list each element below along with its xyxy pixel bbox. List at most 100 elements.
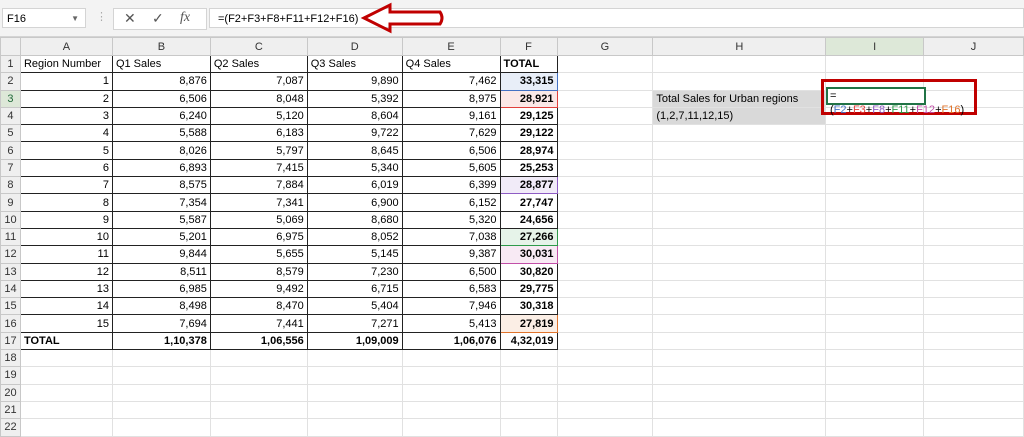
cell-G15[interactable] xyxy=(556,297,654,316)
row-header-17[interactable]: 17 xyxy=(0,331,21,351)
cell-E4[interactable]: 9,161 xyxy=(401,106,501,126)
cell-H8[interactable] xyxy=(652,176,827,195)
cell-J5[interactable] xyxy=(923,124,1024,143)
row-header-22[interactable]: 22 xyxy=(0,418,21,437)
cell-G5[interactable] xyxy=(556,124,654,143)
cell-F8[interactable]: 28,877 xyxy=(499,176,558,195)
row-header-4[interactable]: 4 xyxy=(0,106,21,126)
cell-C7[interactable]: 7,415 xyxy=(209,158,308,178)
cell-G22[interactable] xyxy=(556,418,654,437)
cell-G8[interactable] xyxy=(556,176,654,195)
cell-D11[interactable]: 8,052 xyxy=(306,227,403,247)
drag-handle-icon[interactable]: ⋮ xyxy=(96,10,107,23)
cell-F15[interactable]: 30,318 xyxy=(499,297,558,316)
cell-I12[interactable] xyxy=(825,245,925,264)
cell-E12[interactable]: 9,387 xyxy=(401,245,501,264)
cell-I16[interactable] xyxy=(825,314,925,333)
cell-I10[interactable] xyxy=(825,210,925,229)
cell-J15[interactable] xyxy=(923,297,1024,316)
cell-J8[interactable] xyxy=(923,176,1024,195)
cell-D7[interactable]: 5,340 xyxy=(306,158,403,178)
cell-E8[interactable]: 6,399 xyxy=(401,176,501,195)
cell-I20[interactable] xyxy=(825,383,925,402)
cell-J12[interactable] xyxy=(923,245,1024,264)
cell-A7[interactable]: 6 xyxy=(19,158,113,178)
cell-G2[interactable] xyxy=(556,72,654,91)
cell-F12[interactable]: 30,031 xyxy=(499,245,558,264)
cell-D10[interactable]: 8,680 xyxy=(306,210,403,229)
cell-G10[interactable] xyxy=(556,210,654,229)
cell-B12[interactable]: 9,844 xyxy=(111,245,211,264)
cell-G14[interactable] xyxy=(556,279,654,299)
cell-D4[interactable]: 8,604 xyxy=(306,106,403,126)
cell-B18[interactable] xyxy=(111,349,211,368)
cell-B17[interactable]: 1,10,378 xyxy=(111,331,211,351)
cell-G19[interactable] xyxy=(556,366,654,385)
cell-B14[interactable]: 6,985 xyxy=(111,279,211,299)
cell-A1[interactable]: Region Number xyxy=(19,54,113,74)
cell-A14[interactable]: 13 xyxy=(19,279,113,299)
cell-A9[interactable]: 8 xyxy=(19,193,113,212)
cell-G17[interactable] xyxy=(556,331,654,351)
cell-H10[interactable] xyxy=(652,210,827,229)
cell-I9[interactable] xyxy=(825,193,925,212)
cell-G3[interactable] xyxy=(556,89,654,108)
cell-D5[interactable]: 9,722 xyxy=(306,124,403,143)
cell-I21[interactable] xyxy=(825,400,925,420)
cell-D16[interactable]: 7,271 xyxy=(306,314,403,333)
cell-H9[interactable] xyxy=(652,193,827,212)
cell-B6[interactable]: 8,026 xyxy=(111,141,211,160)
column-header-C[interactable]: C xyxy=(209,37,308,56)
column-header-F[interactable]: F xyxy=(499,37,558,56)
cell-C9[interactable]: 7,341 xyxy=(209,193,308,212)
cell-H21[interactable] xyxy=(652,400,827,420)
cell-G21[interactable] xyxy=(556,400,654,420)
cell-A2[interactable]: 1 xyxy=(19,72,113,91)
cell-E10[interactable]: 5,320 xyxy=(401,210,501,229)
cell-A8[interactable]: 7 xyxy=(19,176,113,195)
cell-A4[interactable]: 3 xyxy=(19,106,113,126)
enter-check-icon[interactable]: ✓ xyxy=(152,10,164,27)
row-header-21[interactable]: 21 xyxy=(0,400,21,420)
cell-H20[interactable] xyxy=(652,383,827,402)
cell-D15[interactable]: 5,404 xyxy=(306,297,403,316)
cell-B9[interactable]: 7,354 xyxy=(111,193,211,212)
insert-function-icon[interactable]: fx xyxy=(180,10,190,26)
name-box[interactable]: F16 ▼ xyxy=(2,8,86,28)
cell-B2[interactable]: 8,876 xyxy=(111,72,211,91)
cell-E9[interactable]: 6,152 xyxy=(401,193,501,212)
row-header-9[interactable]: 9 xyxy=(0,193,21,212)
cell-C2[interactable]: 7,087 xyxy=(209,72,308,91)
row-header-11[interactable]: 11 xyxy=(0,227,21,247)
row-header-2[interactable]: 2 xyxy=(0,72,21,91)
cell-I17[interactable] xyxy=(825,331,925,351)
cell-G20[interactable] xyxy=(556,383,654,402)
cell-F11[interactable]: 27,266 xyxy=(499,227,558,247)
cell-A17[interactable]: TOTAL xyxy=(19,331,113,351)
formula-input[interactable]: =(F2+F3+F8+F11+F12+F16) xyxy=(209,8,1024,28)
row-header-13[interactable]: 13 xyxy=(0,262,21,281)
cell-C14[interactable]: 9,492 xyxy=(209,279,308,299)
cell-E7[interactable]: 5,605 xyxy=(401,158,501,178)
cell-B22[interactable] xyxy=(111,418,211,437)
cell-E18[interactable] xyxy=(401,349,501,368)
cell-I14[interactable] xyxy=(825,279,925,299)
cell-J14[interactable] xyxy=(923,279,1024,299)
cell-J6[interactable] xyxy=(923,141,1024,160)
cell-F16[interactable]: 27,819 xyxy=(499,314,558,333)
column-header-D[interactable]: D xyxy=(306,37,403,56)
cell-C6[interactable]: 5,797 xyxy=(209,141,308,160)
cell-I7[interactable] xyxy=(825,158,925,178)
cell-F4[interactable]: 29,125 xyxy=(499,106,558,126)
cell-H1[interactable] xyxy=(652,54,827,74)
row-header-14[interactable]: 14 xyxy=(0,279,21,299)
cell-I1[interactable] xyxy=(825,54,925,74)
select-all-corner[interactable] xyxy=(0,37,21,56)
cancel-icon[interactable]: ✕ xyxy=(124,10,136,27)
row-header-19[interactable]: 19 xyxy=(0,366,21,385)
cell-F19[interactable] xyxy=(499,366,558,385)
cell-E3[interactable]: 8,975 xyxy=(401,89,501,108)
cell-H3[interactable]: Total Sales for Urban regions xyxy=(652,89,827,108)
cell-E5[interactable]: 7,629 xyxy=(401,124,501,143)
cell-I3-edit[interactable]: =(F2+F3+F8+F11+F12+F16) xyxy=(826,87,964,116)
